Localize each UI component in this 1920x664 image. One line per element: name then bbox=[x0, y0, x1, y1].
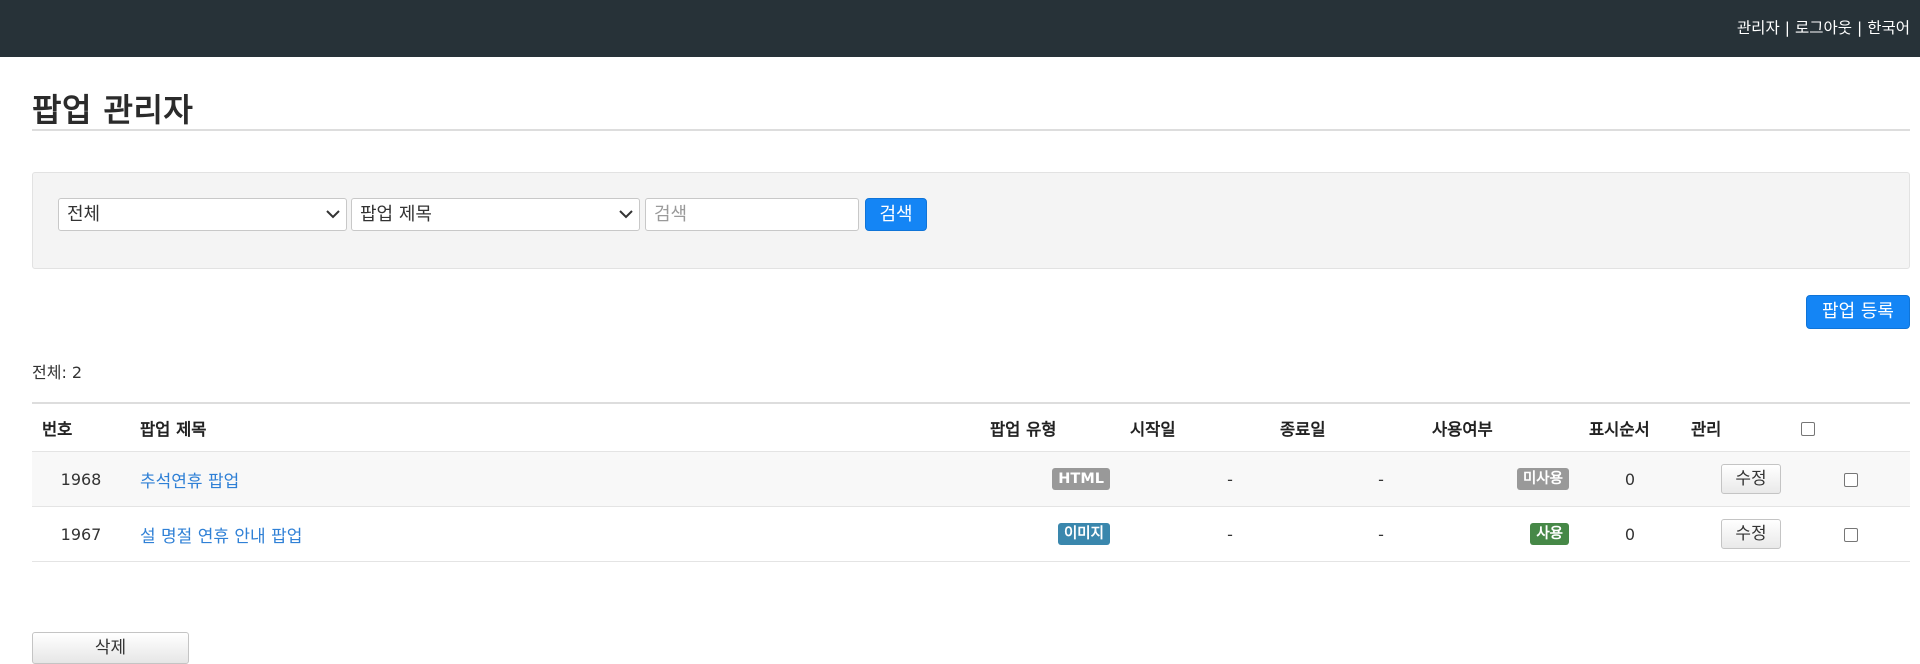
table-row: 1968 추석연휴 팝업 HTML - - 미사용 0 수정 bbox=[32, 451, 1910, 507]
logout-link[interactable]: 로그아웃 bbox=[1795, 19, 1852, 37]
select-all-checkbox[interactable] bbox=[1801, 421, 1815, 436]
header-manage: 관리 bbox=[1681, 402, 1791, 452]
search-field-select-value: 팝업 제목 bbox=[360, 204, 432, 225]
chevron-down-icon bbox=[619, 199, 633, 230]
search-field-select[interactable]: 팝업 제목 bbox=[351, 198, 640, 231]
row-type-cell: 이미지 bbox=[980, 506, 1120, 562]
type-badge: 이미지 bbox=[1057, 523, 1110, 545]
page-title: 팝업 관리자 bbox=[32, 91, 194, 129]
user-nav: 관리자 | 로그아웃 | 한국어 bbox=[1737, 16, 1910, 38]
row-end-date: - bbox=[1270, 506, 1422, 562]
language-link[interactable]: 한국어 bbox=[1867, 19, 1910, 37]
header-number: 번호 bbox=[32, 402, 130, 452]
search-panel: 전체 팝업 제목 검색 bbox=[32, 172, 1910, 269]
edit-button[interactable]: 수정 bbox=[1721, 464, 1781, 494]
table-row: 1967 설 명절 연휴 안내 팝업 이미지 - - 사용 0 수정 bbox=[32, 506, 1910, 562]
row-number: 1968 bbox=[32, 451, 130, 507]
header-end-date: 종료일 bbox=[1270, 402, 1422, 452]
admin-link[interactable]: 관리자 bbox=[1737, 19, 1780, 37]
header-order: 표시순서 bbox=[1579, 402, 1681, 452]
row-title-link[interactable]: 설 명절 연휴 안내 팝업 bbox=[140, 527, 302, 547]
status-badge: 미사용 bbox=[1516, 468, 1569, 490]
row-select-cell bbox=[1791, 451, 1910, 507]
row-end-date: - bbox=[1270, 451, 1422, 507]
top-navbar: 관리자 | 로그아웃 | 한국어 bbox=[0, 0, 1920, 57]
header-type: 팝업 유형 bbox=[980, 402, 1120, 452]
nav-separator: | bbox=[1784, 19, 1790, 37]
row-type-cell: HTML bbox=[980, 451, 1120, 507]
header-title: 팝업 제목 bbox=[130, 402, 980, 452]
chevron-down-icon bbox=[326, 199, 340, 230]
edit-button[interactable]: 수정 bbox=[1721, 519, 1781, 549]
row-start-date: - bbox=[1120, 506, 1270, 562]
row-order: 0 bbox=[1579, 451, 1681, 507]
row-start-date: - bbox=[1120, 451, 1270, 507]
row-title-cell: 추석연휴 팝업 bbox=[130, 451, 980, 507]
search-button[interactable]: 검색 bbox=[865, 198, 927, 231]
row-select-cell bbox=[1791, 506, 1910, 562]
table-header-row: 번호 팝업 제목 팝업 유형 시작일 종료일 사용여부 표시순서 관리 bbox=[32, 402, 1910, 452]
popup-table: 번호 팝업 제목 팝업 유형 시작일 종료일 사용여부 표시순서 관리 1968… bbox=[32, 402, 1910, 562]
row-checkbox[interactable] bbox=[1843, 473, 1858, 487]
title-divider bbox=[32, 129, 1910, 131]
row-checkbox[interactable] bbox=[1843, 528, 1858, 542]
row-number: 1967 bbox=[32, 506, 130, 562]
delete-button[interactable]: 삭제 bbox=[32, 632, 189, 664]
row-status-cell: 미사용 bbox=[1422, 451, 1579, 507]
status-badge: 사용 bbox=[1530, 523, 1569, 545]
header-status: 사용여부 bbox=[1422, 402, 1579, 452]
category-select[interactable]: 전체 bbox=[58, 198, 347, 231]
search-input[interactable] bbox=[645, 198, 859, 231]
row-order: 0 bbox=[1579, 506, 1681, 562]
row-title-link[interactable]: 추석연휴 팝업 bbox=[140, 472, 239, 492]
category-select-value: 전체 bbox=[67, 204, 101, 225]
nav-separator: | bbox=[1856, 19, 1863, 37]
header-start-date: 시작일 bbox=[1120, 402, 1270, 452]
row-manage-cell: 수정 bbox=[1681, 506, 1791, 562]
total-count: 전체: 2 bbox=[32, 363, 83, 382]
header-select-all bbox=[1791, 402, 1910, 452]
row-title-cell: 설 명절 연휴 안내 팝업 bbox=[130, 506, 980, 562]
type-badge: HTML bbox=[1052, 468, 1110, 490]
row-status-cell: 사용 bbox=[1422, 506, 1579, 562]
register-popup-button[interactable]: 팝업 등록 bbox=[1806, 295, 1910, 329]
row-manage-cell: 수정 bbox=[1681, 451, 1791, 507]
